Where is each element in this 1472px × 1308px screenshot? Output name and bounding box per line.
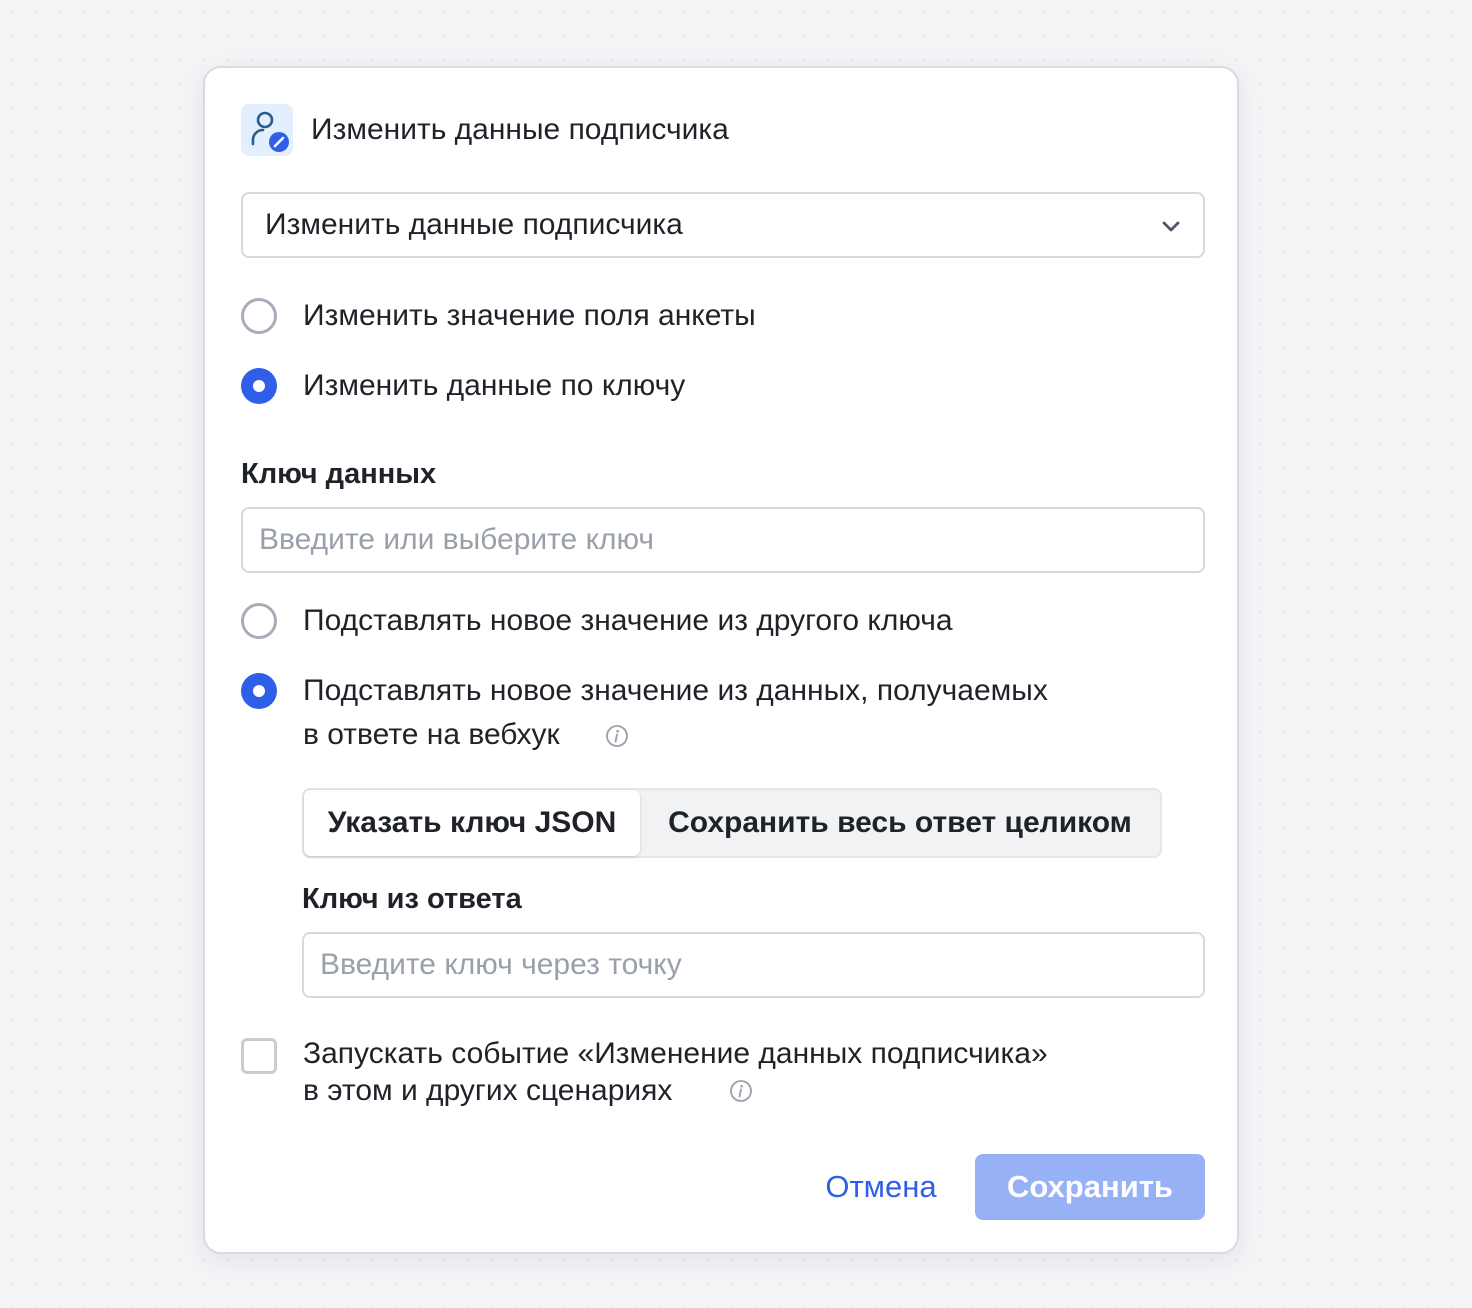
radio-label-line2: в ответе на вебхук: [303, 718, 560, 751]
user-edit-icon: [241, 104, 293, 156]
radio-button-selected[interactable]: [241, 673, 277, 709]
radio-button-selected[interactable]: [241, 368, 277, 404]
radio-option-by-key[interactable]: Изменить данные по ключу: [241, 364, 941, 408]
trigger-event-checkbox[interactable]: [241, 1038, 277, 1074]
radio-button[interactable]: [241, 298, 277, 334]
trigger-event-label-line2: в этом и других сценариях: [303, 1074, 673, 1107]
radio-label-line1: Подставлять новое значение из данных, по…: [303, 674, 1048, 707]
radio-option-from-other-key[interactable]: Подставлять новое значение из другого кл…: [241, 599, 1141, 643]
radio-button[interactable]: [241, 603, 277, 639]
radio-label: Изменить значение поля анкеты: [303, 299, 756, 332]
radio-option-from-webhook[interactable]: Подставлять новое значение из данных, по…: [241, 669, 1141, 759]
radio-label: Изменить данные по ключу: [303, 369, 686, 402]
response-key-input[interactable]: [302, 932, 1205, 998]
action-select-value: Изменить данные подписчика: [265, 208, 683, 241]
radio-label: Подставлять новое значение из другого кл…: [303, 604, 953, 637]
radio-option-profile-field[interactable]: Изменить значение поля анкеты: [241, 294, 941, 338]
segment-json-key[interactable]: Указать ключ JSON: [304, 790, 640, 856]
info-icon[interactable]: [729, 1079, 753, 1103]
dialog-title: Изменить данные подписчика: [311, 113, 729, 146]
info-icon[interactable]: [605, 724, 629, 748]
edit-subscriber-dialog: Изменить данные подписчика Изменить данн…: [203, 66, 1239, 1254]
response-key-label: Ключ из ответа: [302, 883, 522, 915]
chevron-down-icon: [1159, 214, 1183, 238]
response-mode-segmented-control: Указать ключ JSON Сохранить весь ответ ц…: [302, 788, 1162, 858]
data-key-input[interactable]: [241, 507, 1205, 573]
segment-whole-response[interactable]: Сохранить весь ответ целиком: [640, 790, 1160, 856]
action-select[interactable]: Изменить данные подписчика: [241, 192, 1205, 258]
save-button[interactable]: Сохранить: [975, 1154, 1205, 1220]
cancel-button[interactable]: Отмена: [811, 1156, 951, 1218]
data-key-label: Ключ данных: [241, 458, 437, 490]
